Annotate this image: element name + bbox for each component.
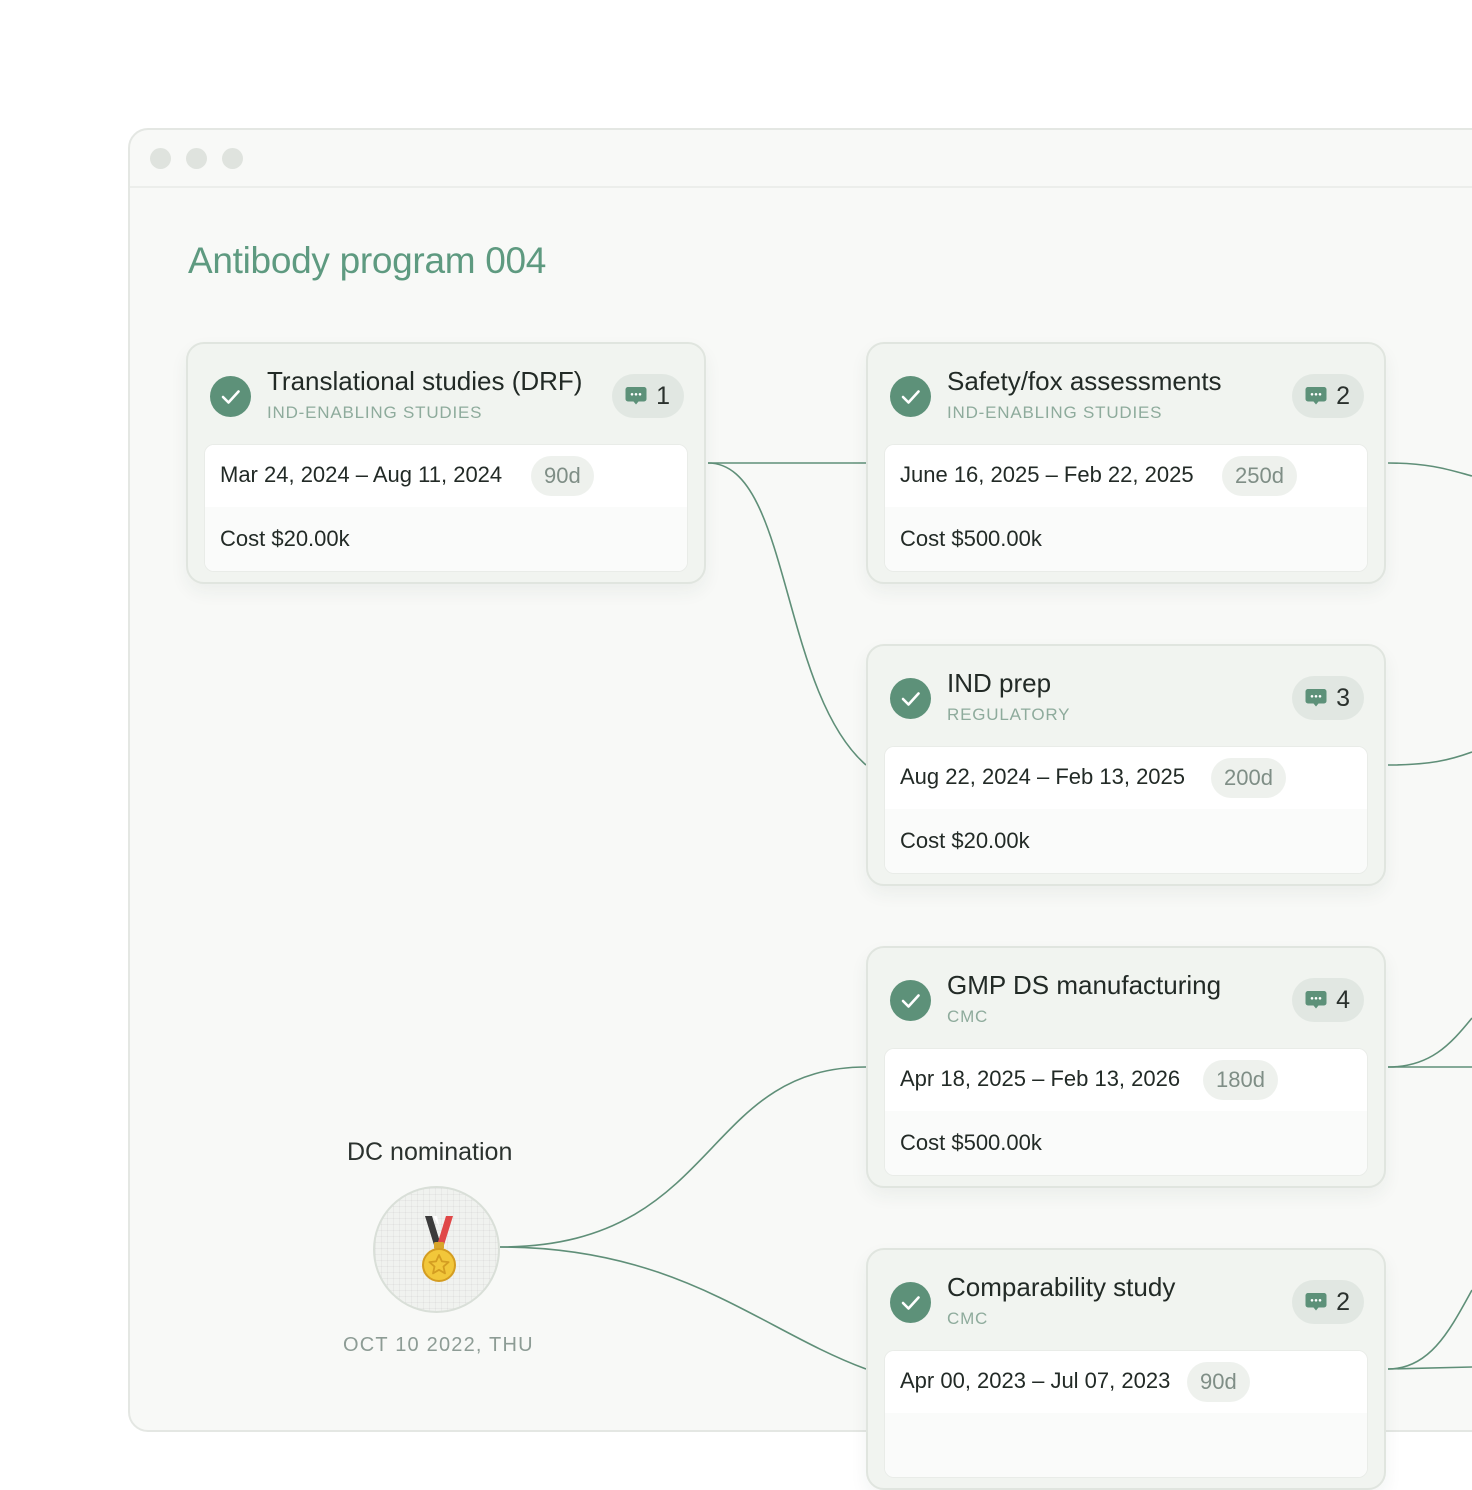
comment-count: 4 [1336,985,1350,1014]
task-dates: Apr 00, 2023 – Jul 07, 2023 [900,1368,1171,1393]
check-icon [890,1282,931,1323]
task-dates: Aug 22, 2024 – Feb 13, 2025 [900,764,1186,789]
task-cost: Cost $500.00k [900,1130,1042,1155]
task-category: CMC [947,1007,989,1026]
task-category: IND-ENABLING STUDIES [267,403,483,422]
medal-icon [422,1216,456,1282]
check-icon [210,376,251,417]
duration-badge: 180d [1203,1060,1278,1100]
cost-row [885,1413,1367,1477]
duration-badge: 250d [1222,456,1297,496]
comments-button[interactable]: 3 [1292,676,1364,720]
task-cost: Cost $20.00k [900,828,1030,853]
task-cost: Cost $500.00k [900,526,1042,551]
milestone-date: OCT 10 2022, THU [343,1334,534,1356]
window-close-dot[interactable] [150,148,171,169]
task-cost: Cost $20.00k [220,526,350,551]
comment-count: 2 [1336,381,1350,410]
comment-icon [1305,387,1327,405]
task-dates: June 16, 2025 – Feb 22, 2025 [900,462,1194,487]
date-row: June 16, 2025 – Feb 22, 2025 250d [885,445,1367,507]
check-icon [890,678,931,719]
date-row: Mar 24, 2024 – Aug 11, 2024 90d [205,445,687,507]
check-icon [890,376,931,417]
comments-button[interactable]: 1 [612,374,684,418]
milestone-label: DC nomination [347,1138,513,1166]
task-card-safety-assessments[interactable]: Safety/fox assessments IND-ENABLING STUD… [866,342,1386,584]
task-card-gmp-ds-manufacturing[interactable]: GMP DS manufacturing CMC 4 Apr 18, 2025 … [866,946,1386,1188]
comments-button[interactable]: 2 [1292,374,1364,418]
cost-row: Cost $500.00k [885,507,1367,571]
comment-icon [1305,991,1327,1009]
duration-badge: 200d [1211,758,1286,798]
comments-button[interactable]: 4 [1292,978,1364,1022]
duration-badge: 90d [531,456,594,496]
comment-icon [625,387,647,405]
comment-count: 2 [1336,1287,1350,1316]
task-details: Apr 00, 2023 – Jul 07, 2023 90d [884,1350,1368,1478]
task-details: Mar 24, 2024 – Aug 11, 2024 90d Cost $20… [204,444,688,572]
task-card-comparability-study[interactable]: Comparability study CMC 2 Apr 00, 2023 –… [866,1248,1386,1490]
window-titlebar [130,130,1472,188]
comment-count: 1 [656,381,670,410]
task-title: Safety/fox assessments [947,366,1222,396]
task-details: Apr 18, 2025 – Feb 13, 2026 180d Cost $5… [884,1048,1368,1176]
comments-button[interactable]: 2 [1292,1280,1364,1324]
check-icon [890,980,931,1021]
window-maximize-dot[interactable] [222,148,243,169]
window-minimize-dot[interactable] [186,148,207,169]
task-title: IND prep [947,668,1052,698]
task-details: June 16, 2025 – Feb 22, 2025 250d Cost $… [884,444,1368,572]
task-details: Aug 22, 2024 – Feb 13, 2025 200d Cost $2… [884,746,1368,874]
comment-count: 3 [1336,683,1350,712]
task-title: GMP DS manufacturing [947,970,1222,1000]
date-row: Apr 00, 2023 – Jul 07, 2023 90d [885,1351,1367,1413]
task-card-ind-prep[interactable]: IND prep REGULATORY 3 Aug 22, 2024 – Feb… [866,644,1386,886]
comment-icon [1305,689,1327,707]
task-category: IND-ENABLING STUDIES [947,403,1163,422]
page-title: Antibody program 004 [188,240,547,281]
milestone-node[interactable] [373,1186,500,1313]
task-dates: Mar 24, 2024 – Aug 11, 2024 [220,462,503,487]
cost-row: Cost $20.00k [205,507,687,571]
task-dates: Apr 18, 2025 – Feb 13, 2026 [900,1066,1181,1091]
date-row: Apr 18, 2025 – Feb 13, 2026 180d [885,1049,1367,1111]
date-row: Aug 22, 2024 – Feb 13, 2025 200d [885,747,1367,809]
task-title: Comparability study [947,1272,1176,1302]
duration-badge: 90d [1187,1362,1250,1402]
comment-icon [1305,1293,1327,1311]
task-category: CMC [947,1309,989,1328]
cost-row: Cost $500.00k [885,1111,1367,1175]
task-category: REGULATORY [947,705,1071,724]
cost-row: Cost $20.00k [885,809,1367,873]
task-card-translational-studies[interactable]: Translational studies (DRF) IND-ENABLING… [186,342,706,584]
task-title: Translational studies (DRF) [267,366,583,396]
